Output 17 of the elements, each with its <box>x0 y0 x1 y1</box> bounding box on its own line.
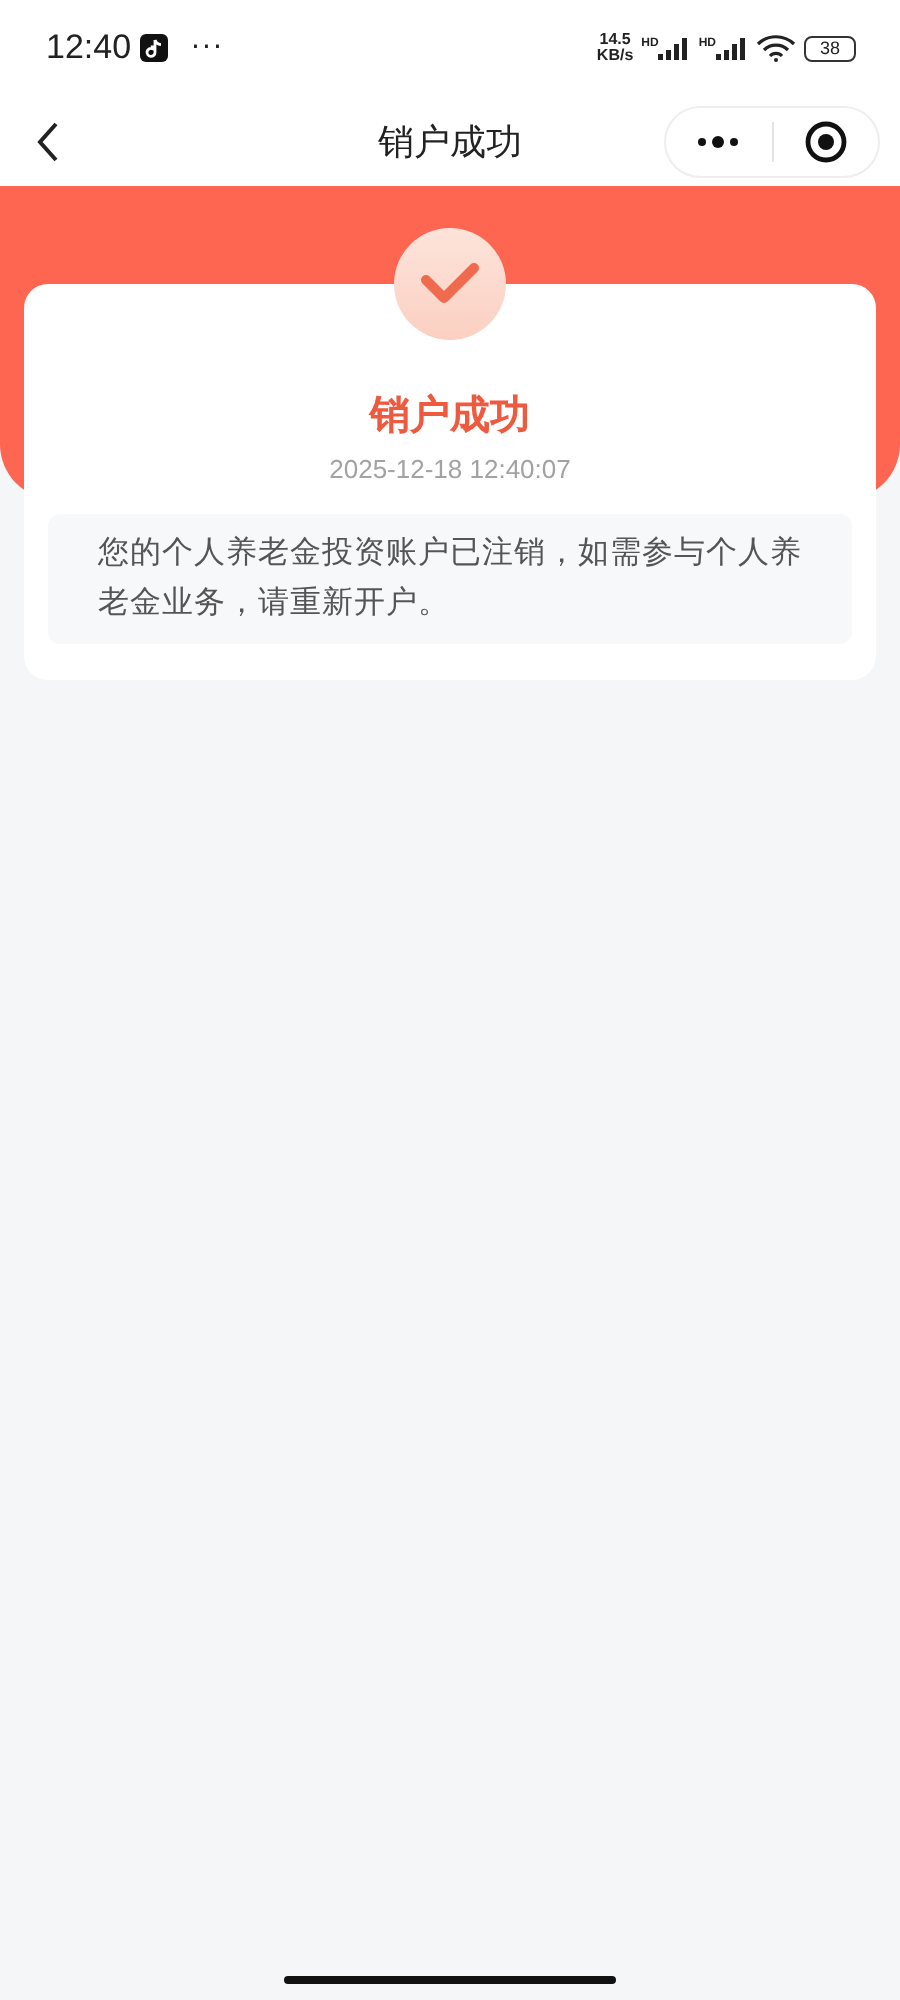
more-icon <box>696 133 741 149</box>
network-speed-unit: KB/s <box>596 48 634 64</box>
more-notifications: ··· <box>191 32 224 64</box>
network-speed-value: 14.5 <box>599 32 631 48</box>
battery-level: 38 <box>819 39 840 57</box>
page-title: 销户成功 <box>378 119 522 165</box>
result-title: 销户成功 <box>370 388 530 442</box>
signal-icon <box>716 37 748 59</box>
back-icon <box>36 121 60 161</box>
target-icon <box>803 119 848 163</box>
music-note-icon <box>139 34 168 62</box>
signal-icon <box>658 37 691 59</box>
check-icon <box>392 226 508 342</box>
wifi-icon <box>756 34 796 62</box>
result-timestamp: 2025-12-18 12:40:07 <box>329 454 571 484</box>
clock-time: 12:40 <box>46 28 132 68</box>
result-message: 您的个人养老金投资账户已注销，如需参与个人养老金业务，请重新开户。 <box>98 532 804 624</box>
